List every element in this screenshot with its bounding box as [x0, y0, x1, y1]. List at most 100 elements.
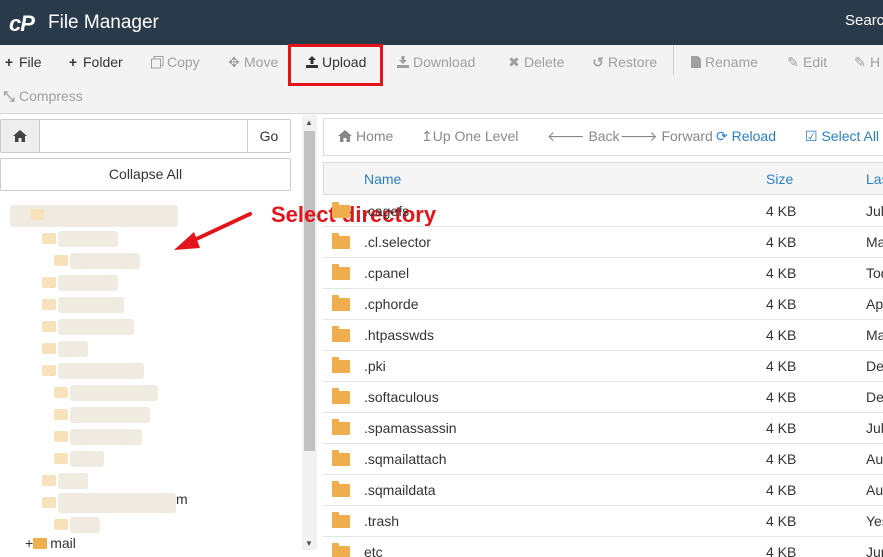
html-editor-button[interactable]: ✎ H: [853, 51, 880, 73]
table-row[interactable]: .spamassassin 4 KB Jul: [323, 413, 883, 444]
left-scrollbar[interactable]: ▲ ▼: [302, 115, 317, 550]
file-date: Jun: [866, 544, 883, 557]
restore-button[interactable]: ↺ Restore: [591, 51, 657, 73]
undo-icon: ↺: [592, 54, 604, 70]
file-size: 4 KB: [766, 482, 797, 498]
plus-icon: +: [4, 54, 14, 70]
folder-icon: [54, 255, 68, 266]
tree-item-blurred[interactable]: [58, 231, 118, 247]
new-folder-button[interactable]: + Folder: [66, 51, 123, 73]
table-row[interactable]: etc 4 KB Jun: [323, 537, 883, 557]
column-name[interactable]: Name: [364, 171, 401, 187]
tree-item-blurred[interactable]: [70, 429, 142, 445]
home-button[interactable]: Home: [337, 128, 393, 144]
table-row[interactable]: .pki 4 KB De: [323, 351, 883, 382]
file-date: Ma: [866, 327, 883, 343]
plus-icon: +: [68, 54, 78, 70]
tree-item-blurred[interactable]: [70, 385, 158, 401]
annotation-arrow-icon: [174, 212, 252, 250]
expand-plus-icon[interactable]: +: [25, 535, 33, 551]
move-button[interactable]: ✥ Move: [227, 51, 278, 73]
file-name: etc: [364, 544, 383, 557]
upload-highlight-box: [288, 44, 383, 86]
tree-item-blurred[interactable]: [58, 363, 144, 379]
table-row[interactable]: .cl.selector 4 KB Ma: [323, 227, 883, 258]
table-row[interactable]: .softaculous 4 KB De: [323, 382, 883, 413]
copy-button[interactable]: Copy: [151, 51, 200, 73]
tree-item-blurred[interactable]: [58, 493, 176, 513]
folder-icon: [54, 519, 68, 530]
scrollbar-thumb[interactable]: [304, 131, 315, 451]
tree-item-partial[interactable]: m: [176, 491, 188, 507]
collapse-all-button[interactable]: Collapse All: [0, 158, 291, 191]
table-row[interactable]: .cagefs 4 KB Jul: [323, 196, 883, 227]
compress-button[interactable]: ⤡ Compress: [2, 85, 82, 107]
file-name: .trash: [364, 513, 400, 529]
file-name: .softaculous: [364, 389, 439, 405]
close-icon: ✖: [508, 54, 520, 70]
file-size: 4 KB: [766, 296, 797, 312]
tree-item-blurred[interactable]: [70, 517, 100, 533]
file-size: 4 KB: [766, 420, 797, 436]
file-size: 4 KB: [766, 389, 797, 405]
go-button[interactable]: Go: [247, 120, 290, 152]
scroll-up-icon[interactable]: ▲: [305, 118, 313, 127]
tree-item-blurred[interactable]: [58, 297, 124, 313]
download-button[interactable]: Download: [396, 51, 475, 73]
folder-icon: [332, 543, 350, 557]
new-file-button[interactable]: + File: [2, 51, 42, 73]
edit-button[interactable]: ✎ Edit: [786, 51, 827, 73]
home-path-button[interactable]: [1, 120, 40, 152]
table-row[interactable]: .sqmailattach 4 KB Au: [323, 444, 883, 475]
file-date: Yes: [866, 513, 883, 529]
table-row[interactable]: .htpasswds 4 KB Ma: [323, 320, 883, 351]
tree-item-mail[interactable]: + mail: [25, 535, 76, 551]
left-panel: Go Collapse All m + mail: [0, 115, 318, 557]
arrow-right-icon: 🡒: [620, 128, 662, 144]
file-date: Au: [866, 451, 883, 467]
path-input[interactable]: [41, 120, 247, 152]
file-name: .sqmaildata: [364, 482, 436, 498]
file-name: .htpasswds: [364, 327, 435, 343]
table-row[interactable]: .cpanel 4 KB Tod: [323, 258, 883, 289]
reload-button[interactable]: ⟳ Reload: [716, 128, 776, 145]
tree-item-blurred[interactable]: [58, 275, 118, 291]
file-size: 4 KB: [766, 544, 797, 557]
file-name: .cpanel: [364, 265, 410, 281]
folder-icon: [54, 387, 68, 398]
file-date: Ap: [866, 296, 883, 312]
file-date: Tod: [866, 265, 883, 281]
move-icon: ✥: [228, 54, 240, 70]
file-size: 4 KB: [766, 265, 797, 281]
folder-icon: [42, 233, 56, 244]
table-row[interactable]: .sqmaildata 4 KB Au: [323, 475, 883, 506]
tree-item-blurred[interactable]: [70, 253, 140, 269]
up-one-level-button[interactable]: ↥Up One Level: [421, 128, 518, 145]
delete-button[interactable]: ✖ Delete: [507, 51, 564, 73]
column-size[interactable]: Size: [766, 171, 793, 187]
file-name: .pki: [364, 358, 386, 374]
folder-icon: [332, 326, 350, 342]
column-last-modified[interactable]: Las: [866, 171, 883, 187]
table-row[interactable]: .trash 4 KB Yes: [323, 506, 883, 537]
tree-item-blurred[interactable]: [58, 319, 134, 335]
file-size: 4 KB: [766, 451, 797, 467]
tree-item-blurred[interactable]: [58, 473, 88, 489]
search-link[interactable]: Search: [845, 12, 883, 29]
file-date: Jul: [866, 420, 883, 436]
folder-icon: [332, 388, 350, 404]
table-row[interactable]: .cphorde 4 KB Ap: [323, 289, 883, 320]
file-date: Au: [866, 482, 883, 498]
file-name: .cphorde: [364, 296, 419, 312]
tree-item-blurred[interactable]: [70, 407, 150, 423]
cpanel-logo[interactable]: cP: [9, 11, 35, 37]
tree-item-blurred[interactable]: [70, 451, 104, 467]
tree-item-blurred[interactable]: [58, 341, 88, 357]
select-all-button[interactable]: ☑ Select All: [805, 128, 879, 145]
forward-button[interactable]: 🡒 Forward: [620, 128, 713, 145]
folder-icon: [332, 357, 350, 373]
back-button[interactable]: 🡐 Back: [547, 128, 620, 145]
file-name: .cl.selector: [364, 234, 431, 250]
scroll-down-icon[interactable]: ▼: [305, 539, 313, 548]
rename-button[interactable]: Rename: [690, 51, 758, 73]
